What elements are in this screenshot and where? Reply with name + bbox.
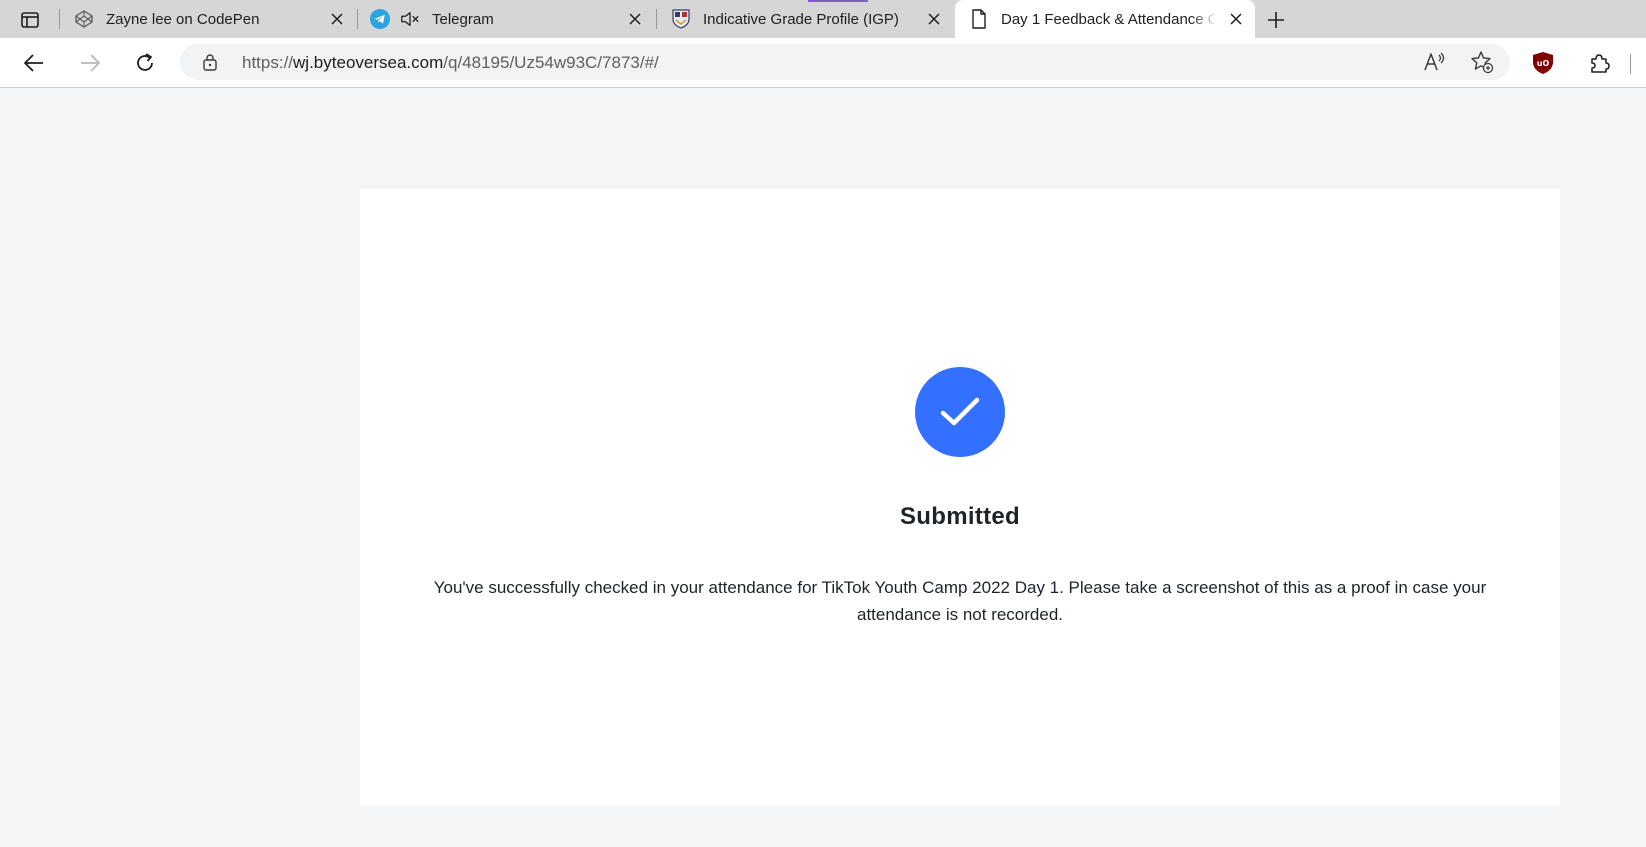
read-aloud-icon[interactable] [1423, 50, 1447, 74]
tab-actions-button[interactable] [14, 7, 46, 33]
tab-title: Zayne lee on CodePen [106, 10, 260, 28]
close-tab-icon[interactable] [925, 10, 943, 28]
forward-arrow-icon [81, 54, 100, 72]
refresh-icon [137, 53, 153, 71]
back-arrow-icon [24, 54, 43, 72]
forward-button[interactable] [74, 47, 106, 79]
extensions-icon[interactable] [1586, 50, 1612, 76]
tab-title: Telegram [432, 10, 494, 28]
speaker-muted-icon[interactable] [400, 9, 420, 29]
url-text[interactable]: https://wj.byteoversea.com/q/48195/Uz54w… [242, 53, 659, 73]
lock-icon[interactable] [200, 52, 220, 72]
tab-codepen[interactable]: Zayne lee on CodePen [60, 0, 356, 38]
toolbar-separator [1630, 54, 1631, 74]
url-host: wj.byteoversea.com [293, 53, 444, 72]
tab-day1-feedback[interactable]: Day 1 Feedback & Attendance C [955, 0, 1255, 38]
refresh-button[interactable] [129, 47, 161, 79]
tab-telegram[interactable]: Telegram [358, 0, 654, 38]
tab-strip: Zayne lee on CodePen Telegram Indicative… [0, 0, 1646, 38]
add-favorite-icon[interactable] [1470, 50, 1494, 74]
confirmation-message: You've successfully checked in your atte… [433, 578, 1487, 624]
close-tab-icon[interactable] [626, 10, 644, 28]
ublock-icon[interactable]: uO [1530, 50, 1556, 76]
url-scheme: https:// [242, 53, 294, 72]
address-bar[interactable]: https://wj.byteoversea.com/q/48195/Uz54w… [180, 44, 1510, 80]
telegram-icon [370, 9, 390, 29]
page-title: Submitted [899, 503, 1021, 530]
close-tab-icon[interactable] [328, 10, 346, 28]
new-tab-button[interactable] [1263, 8, 1289, 32]
tab-title: Day 1 Feedback & Attendance C [1001, 10, 1217, 28]
back-button[interactable] [18, 47, 50, 79]
plus-icon [1268, 12, 1284, 28]
check-circle-icon [915, 367, 1005, 457]
tab-actions-icon [21, 12, 39, 28]
tab-title: Indicative Grade Profile (IGP) [703, 10, 899, 28]
crest-icon [671, 9, 691, 29]
close-tab-icon[interactable] [1227, 10, 1245, 28]
browser-toolbar: https://wj.byteoversea.com/q/48195/Uz54w… [0, 38, 1646, 88]
document-icon [969, 9, 989, 29]
svg-text:uO: uO [1537, 59, 1550, 68]
tab-igp[interactable]: Indicative Grade Profile (IGP) [657, 0, 953, 38]
submission-card: Submitted You've successfully checked in… [360, 189, 1560, 806]
codepen-icon [74, 9, 94, 29]
url-path: /q/48195/Uz54w93C/7873/#/ [443, 53, 659, 72]
